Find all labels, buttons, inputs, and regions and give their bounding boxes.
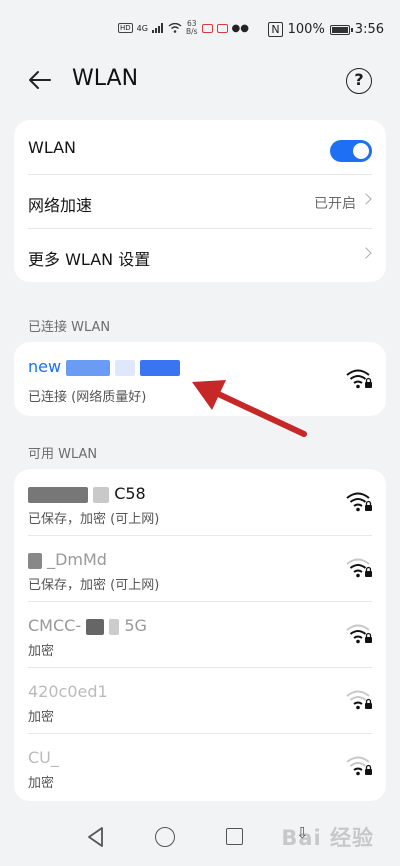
redacted-block	[93, 486, 110, 503]
help-icon[interactable]: ?	[346, 68, 372, 94]
app-header: WLAN ?	[0, 58, 400, 104]
more-wlan-settings-row[interactable]: 更多 WLAN 设置	[14, 228, 386, 282]
network-acceleration-value: 已开启	[314, 196, 356, 212]
more-wlan-settings-label: 更多 WLAN 设置	[28, 250, 151, 269]
clock: 3:56	[354, 22, 384, 37]
app-notification-icon	[201, 23, 213, 33]
chevron-right-icon	[360, 247, 372, 259]
connected-network-status: 已连接 (网络质量好)	[28, 390, 147, 405]
status-icons-right: N 100% 3:56	[268, 22, 384, 37]
wifi-lock-weak-icon	[346, 690, 372, 710]
connected-wlan-section-label: 已连接 WLAN	[28, 320, 111, 335]
available-wlan-section-label: 可用 WLAN	[28, 447, 98, 462]
wifi-lock-weak-icon	[346, 756, 372, 776]
network-status: 加密	[28, 710, 55, 725]
redacted-block	[28, 552, 42, 569]
available-network-row[interactable]: C58 已保存，加密 (可上网)	[14, 469, 386, 535]
battery-percentage: 100%	[287, 22, 325, 37]
redacted-block	[115, 359, 136, 376]
network-status: 加密	[28, 644, 55, 659]
network-status: 已保存，加密 (可上网)	[28, 512, 160, 527]
network-status: 加密	[28, 776, 55, 791]
chevron-right-icon	[360, 193, 372, 205]
network-name: _DmMd	[28, 550, 107, 569]
available-network-row[interactable]: 420c0ed1 加密	[14, 667, 386, 733]
wlan-toggle-label: WLAN	[28, 138, 77, 157]
back-arrow-icon[interactable]	[28, 70, 52, 90]
page-title: WLAN	[72, 66, 139, 91]
watermark-logo: Bai 经验	[281, 826, 374, 850]
network-name: CU_	[28, 748, 59, 767]
status-bar: HD 4G 63 B/s ●● N 100% 3:56	[0, 0, 400, 58]
wlan-toggle-switch[interactable]	[330, 140, 372, 162]
wifi-lock-strong-icon	[346, 492, 372, 512]
redacted-block	[66, 359, 111, 376]
network-name: C58	[28, 484, 146, 503]
status-icons-left: HD 4G 63 B/s ●●	[118, 20, 249, 36]
wifi-status-icon	[168, 23, 182, 33]
available-networks-card: C58 已保存，加密 (可上网) _DmMd 已保存，加密 (可上网) CMCC…	[14, 469, 386, 801]
nfc-icon: N	[268, 22, 283, 37]
hd-icon: HD	[118, 23, 133, 33]
available-network-row[interactable]: CU_ 加密	[14, 733, 386, 799]
network-acceleration-row[interactable]: 网络加速 已开启	[14, 174, 386, 228]
wifi-lock-strong-icon	[346, 369, 372, 389]
available-network-row[interactable]: CMCC- 5G 加密	[14, 601, 386, 667]
network-name: CMCC- 5G	[28, 616, 147, 635]
wechat-icon: ●●	[231, 22, 249, 34]
nav-recent-apps-icon[interactable]	[226, 828, 243, 845]
wifi-lock-medium-icon	[346, 558, 372, 578]
network-acceleration-label: 网络加速	[28, 196, 93, 215]
network-name: 420c0ed1	[28, 682, 108, 701]
redacted-block	[140, 359, 181, 376]
wlan-toggle-row[interactable]: WLAN	[14, 120, 386, 174]
battery-icon	[329, 24, 353, 35]
nav-home-icon[interactable]	[155, 827, 175, 847]
redacted-block	[86, 618, 105, 635]
network-status: 已保存，加密 (可上网)	[28, 578, 160, 593]
wifi-lock-medium-icon	[346, 624, 372, 644]
redacted-block	[109, 618, 120, 635]
mail-notification-icon	[216, 23, 228, 33]
nav-back-icon[interactable]	[86, 826, 106, 848]
redacted-block	[28, 486, 88, 503]
wlan-settings-card: WLAN 网络加速 已开启 更多 WLAN 设置	[14, 120, 386, 282]
signal-bars-icon	[151, 23, 163, 33]
available-network-row[interactable]: _DmMd 已保存，加密 (可上网)	[14, 535, 386, 601]
connected-network-name: new	[28, 357, 181, 376]
connected-network-row[interactable]: new 已连接 (网络质量好)	[14, 342, 386, 416]
signal-icon: 4G	[136, 23, 148, 33]
connected-network-card: new 已连接 (网络质量好)	[14, 342, 386, 416]
network-speed: 63 B/s	[185, 19, 198, 36]
